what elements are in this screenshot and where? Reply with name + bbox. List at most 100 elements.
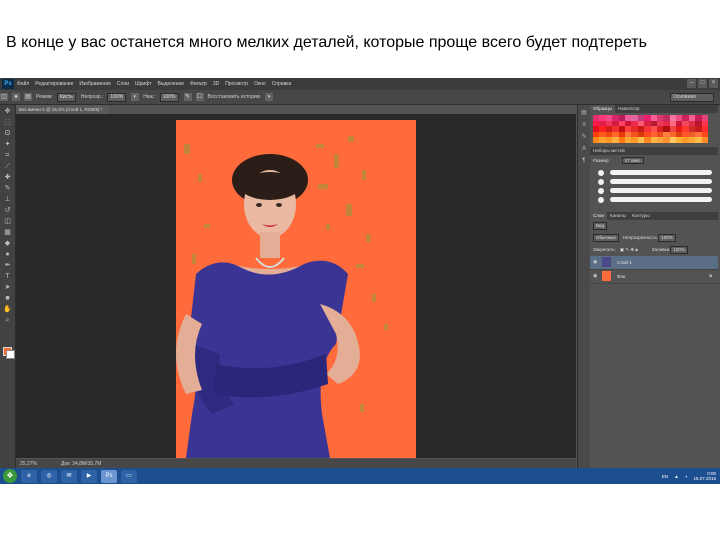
language-indicator[interactable]: EN [662,474,668,479]
photoshop-icon[interactable]: Ps [101,469,117,483]
start-button[interactable]: ❖ [3,469,17,483]
menu-3d[interactable]: 3D [213,81,219,87]
menu-layers[interactable]: Слои [117,81,129,87]
visibility-eye-icon[interactable]: ◉ [593,273,599,279]
gradient-tool-icon[interactable]: ▦ [3,228,12,237]
menu-bar: Ps Файл Редактирование Изображение Слои … [0,78,720,90]
menu-filter[interactable]: Фильтр [190,81,207,87]
menu-type[interactable]: Шрифт [135,81,151,87]
menu-image[interactable]: Изображение [79,81,111,87]
layer-name[interactable]: Фон [617,274,625,279]
collapsed-panels-strip: ▤ ≡ ✎ A ¶ [577,105,590,470]
clone-stamp-tool-icon[interactable]: ⊥ [3,195,12,204]
right-panels: Образцы Навигатор Наборы кистей Размер: … [590,105,718,470]
pressure-opacity-icon[interactable]: ◐ [131,93,140,101]
folder-icon[interactable]: ▭ [121,469,137,483]
history-panel-icon[interactable]: ▤ [580,109,588,117]
marquee-tool-icon[interactable]: ⬚ [3,118,12,127]
blend-mode-select[interactable]: Обычные [593,233,619,242]
maximize-button[interactable]: □ [698,79,707,88]
photoshop-screenshot: Ps Файл Редактирование Изображение Слои … [0,78,720,484]
opacity-label: Непрозр.: [80,94,104,100]
healing-tool-icon[interactable]: ✚ [3,173,12,182]
swatches-panel-tabs: Образцы Навигатор [590,105,718,113]
lock-icons[interactable]: ▣ ✎ ✥ 🔒︎ [620,247,638,253]
paragraph-panel-icon[interactable]: ¶ [580,157,588,165]
brush-panel-icon[interactable]: ✎ [580,133,588,141]
clock[interactable]: 0:00 15.07.2016 [693,471,716,481]
document-tab[interactable]: Без имени-1 @ 25,3% (Слой 1, RGB/8) * [16,105,109,114]
press-input[interactable]: 100% [159,92,179,102]
menu-view[interactable]: Просмотр [225,81,248,87]
menu-help[interactable]: Справка [272,81,292,87]
windows-media-icon[interactable]: ▶ [81,469,97,483]
tab-channels[interactable]: Каналы [607,212,629,220]
brush-presets-header[interactable]: Наборы кистей [590,146,718,155]
quick-select-tool-icon[interactable]: ✦ [3,140,12,149]
minimize-button[interactable]: – [687,79,696,88]
brush-tool-icon[interactable]: ✎ [3,184,12,193]
tab-swatches[interactable]: Образцы [590,105,615,113]
layer-kind-filter[interactable]: Вид [593,221,608,230]
brush-size-input[interactable]: 17 пикс. [621,156,645,164]
menu-select[interactable]: Выделение [158,81,185,87]
brush-panel-icon[interactable]: ▤ [24,93,32,101]
lasso-tool-icon[interactable]: ʘ [3,129,12,138]
move-tool-icon[interactable]: ✥ [3,107,12,116]
fill-label: Заливка: [651,247,671,253]
menu-file[interactable]: Файл [17,81,29,87]
options-bar: ◫ ● ▤ Режим: Кисть Непрозр.: 100% ◐ Наж.… [0,90,720,105]
eyedropper-tool-icon[interactable]: ⟋ [3,162,12,171]
history-brush-tool-icon[interactable]: ↺ [3,206,12,215]
tab-paths[interactable]: Контуры [629,212,653,220]
workspace-select[interactable]: Основная [670,93,714,102]
photoshop-logo: Ps [2,79,14,89]
brush-preset-icon[interactable]: ● [12,93,20,101]
visibility-eye-icon[interactable]: ◉ [593,259,599,265]
brush-preset-3[interactable] [598,187,712,194]
background-color-swatch[interactable] [6,350,15,359]
document-canvas[interactable] [16,114,576,458]
path-select-tool-icon[interactable]: ➤ [3,283,12,292]
explorer-icon[interactable]: e [21,469,37,483]
layer-opacity-input[interactable]: 100% [658,233,676,242]
outlook-icon[interactable]: ✉ [61,469,77,483]
brush-preset-1[interactable] [598,169,712,176]
shape-tool-icon[interactable]: ■ [3,294,12,303]
eraser-tool-icon[interactable]: ◫ [3,217,12,226]
menu-edit[interactable]: Редактирование [35,81,73,87]
slide-caption: В конце у вас останется много мелких дет… [6,34,647,51]
volume-icon[interactable]: ◖ [685,474,688,479]
tab-navigator[interactable]: Навигатор [615,105,643,113]
brush-preset-2[interactable] [598,178,712,185]
network-icon[interactable]: ▲ [674,474,678,479]
brush-preset-4[interactable] [598,196,712,203]
mode-label: Режим: [36,94,53,100]
clock-date: 15.07.2016 [693,476,716,481]
layer-row-background[interactable]: ◉ Фон 🔒︎ [590,270,718,284]
mode-select[interactable]: Кисть [56,92,76,102]
opacity-input[interactable]: 100% [107,92,127,102]
character-panel-icon[interactable]: A [580,145,588,153]
canvas-area[interactable] [16,114,576,458]
restore-history-checkbox[interactable]: ☐ [195,93,204,101]
dodge-tool-icon[interactable]: ● [3,250,12,259]
close-button[interactable]: × [709,79,718,88]
crop-tool-icon[interactable]: ⌗ [3,151,12,160]
chrome-icon[interactable]: ◎ [41,469,57,483]
pen-tool-icon[interactable]: ✒ [3,261,12,270]
fill-input[interactable]: 100% [670,245,688,254]
layer-row-layer1[interactable]: ◉ Слой 1 [590,255,718,270]
eraser-tool-icon[interactable]: ◫ [0,93,8,101]
hand-tool-icon[interactable]: ✋ [3,305,12,314]
properties-panel-icon[interactable]: ≡ [580,121,588,129]
airbrush-icon[interactable]: ✎ [183,93,192,101]
zoom-tool-icon[interactable]: ⌕ [3,316,12,325]
pressure-size-icon[interactable]: ◑ [264,93,273,101]
type-tool-icon[interactable]: T [3,272,12,281]
menu-window[interactable]: Окно [254,81,266,87]
tab-layers[interactable]: Слои [590,211,607,220]
blur-tool-icon[interactable]: ◆ [3,239,12,248]
color-swatch[interactable] [701,137,709,143]
layer-name[interactable]: Слой 1 [617,260,632,265]
